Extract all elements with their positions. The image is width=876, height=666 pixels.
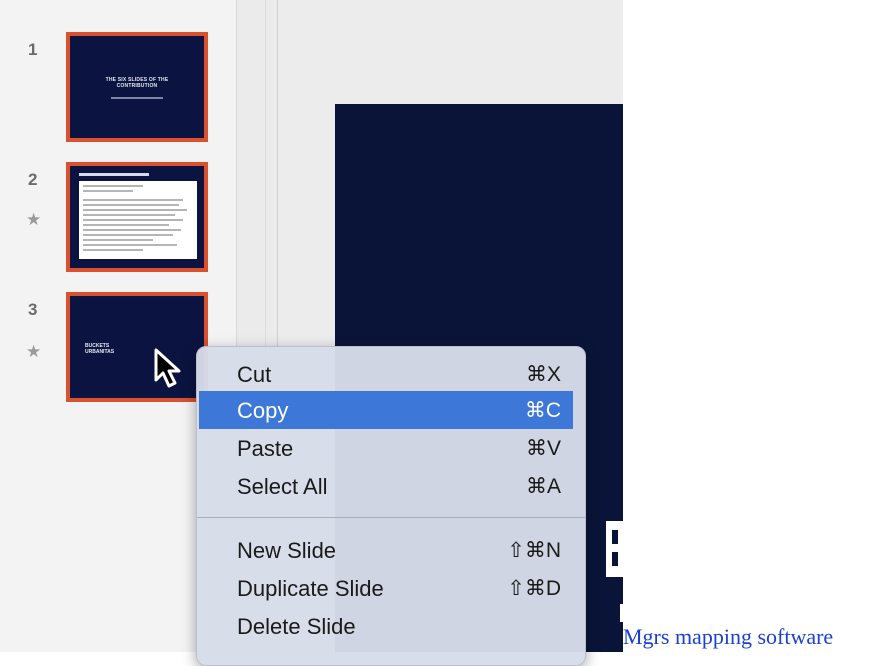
thumbnail-2-heading-line bbox=[79, 173, 149, 176]
menu-item-copy[interactable]: Copy ⌘C bbox=[199, 391, 573, 429]
menu-item-label: New Slide bbox=[237, 538, 337, 563]
slide-number-2: 2 bbox=[28, 170, 38, 189]
context-menu: Cut ⌘X Copy ⌘C Paste ⌘V Select All ⌘A Ne… bbox=[196, 346, 586, 666]
menu-item-new-slide[interactable]: New Slide ⇧⌘N bbox=[197, 531, 585, 569]
menu-item-shortcut: ⌘A bbox=[525, 475, 561, 498]
thumbnail-2-page bbox=[79, 181, 197, 259]
menu-item-shortcut: ⇧⌘D bbox=[507, 577, 561, 600]
menu-item-shortcut: ⇧⌘N bbox=[507, 539, 561, 562]
caption-link[interactable]: Mgrs mapping software bbox=[623, 624, 833, 650]
menu-item-label: Paste bbox=[237, 436, 294, 461]
menu-item-shortcut: ⌘C bbox=[524, 399, 561, 422]
slide-number-3: 3 bbox=[28, 300, 38, 319]
menu-item-paste[interactable]: Paste ⌘V bbox=[197, 429, 585, 467]
star-icon: ★ bbox=[26, 210, 42, 229]
slide-text-glyph bbox=[612, 552, 618, 566]
menu-item-label: Duplicate Slide bbox=[237, 576, 384, 601]
menu-separator bbox=[197, 517, 585, 518]
thumbnail-1-title: THE SIX SLIDES OF THE CONTRIBUTION bbox=[105, 77, 169, 89]
menu-item-delete-slide[interactable]: Delete Slide bbox=[197, 607, 585, 645]
menu-item-cut[interactable]: Cut ⌘X bbox=[197, 355, 585, 393]
slide-thumbnail-1[interactable]: THE SIX SLIDES OF THE CONTRIBUTION bbox=[66, 32, 208, 142]
thumbnail-1-subtitle-line bbox=[111, 97, 163, 99]
menu-item-label: Copy bbox=[237, 398, 289, 423]
menu-item-select-all[interactable]: Select All ⌘A bbox=[197, 467, 585, 505]
menu-item-shortcut: ⌘X bbox=[525, 363, 561, 386]
menu-item-label: Select All bbox=[237, 474, 328, 499]
menu-item-label: Delete Slide bbox=[237, 614, 356, 639]
menu-item-shortcut: ⌘V bbox=[525, 437, 561, 460]
slide-thumbnail-2[interactable] bbox=[66, 162, 208, 272]
slide-text-glyph bbox=[612, 530, 618, 544]
menu-item-duplicate-slide[interactable]: Duplicate Slide ⇧⌘D bbox=[197, 569, 585, 607]
menu-item-label: Cut bbox=[237, 362, 272, 387]
mouse-pointer-icon bbox=[154, 348, 181, 388]
thumbnail-3-title: BUCKETS URBANITAS bbox=[85, 343, 115, 355]
slide-number-1: 1 bbox=[28, 40, 38, 59]
slide-text-fragment bbox=[620, 604, 623, 622]
star-icon: ★ bbox=[26, 342, 42, 361]
